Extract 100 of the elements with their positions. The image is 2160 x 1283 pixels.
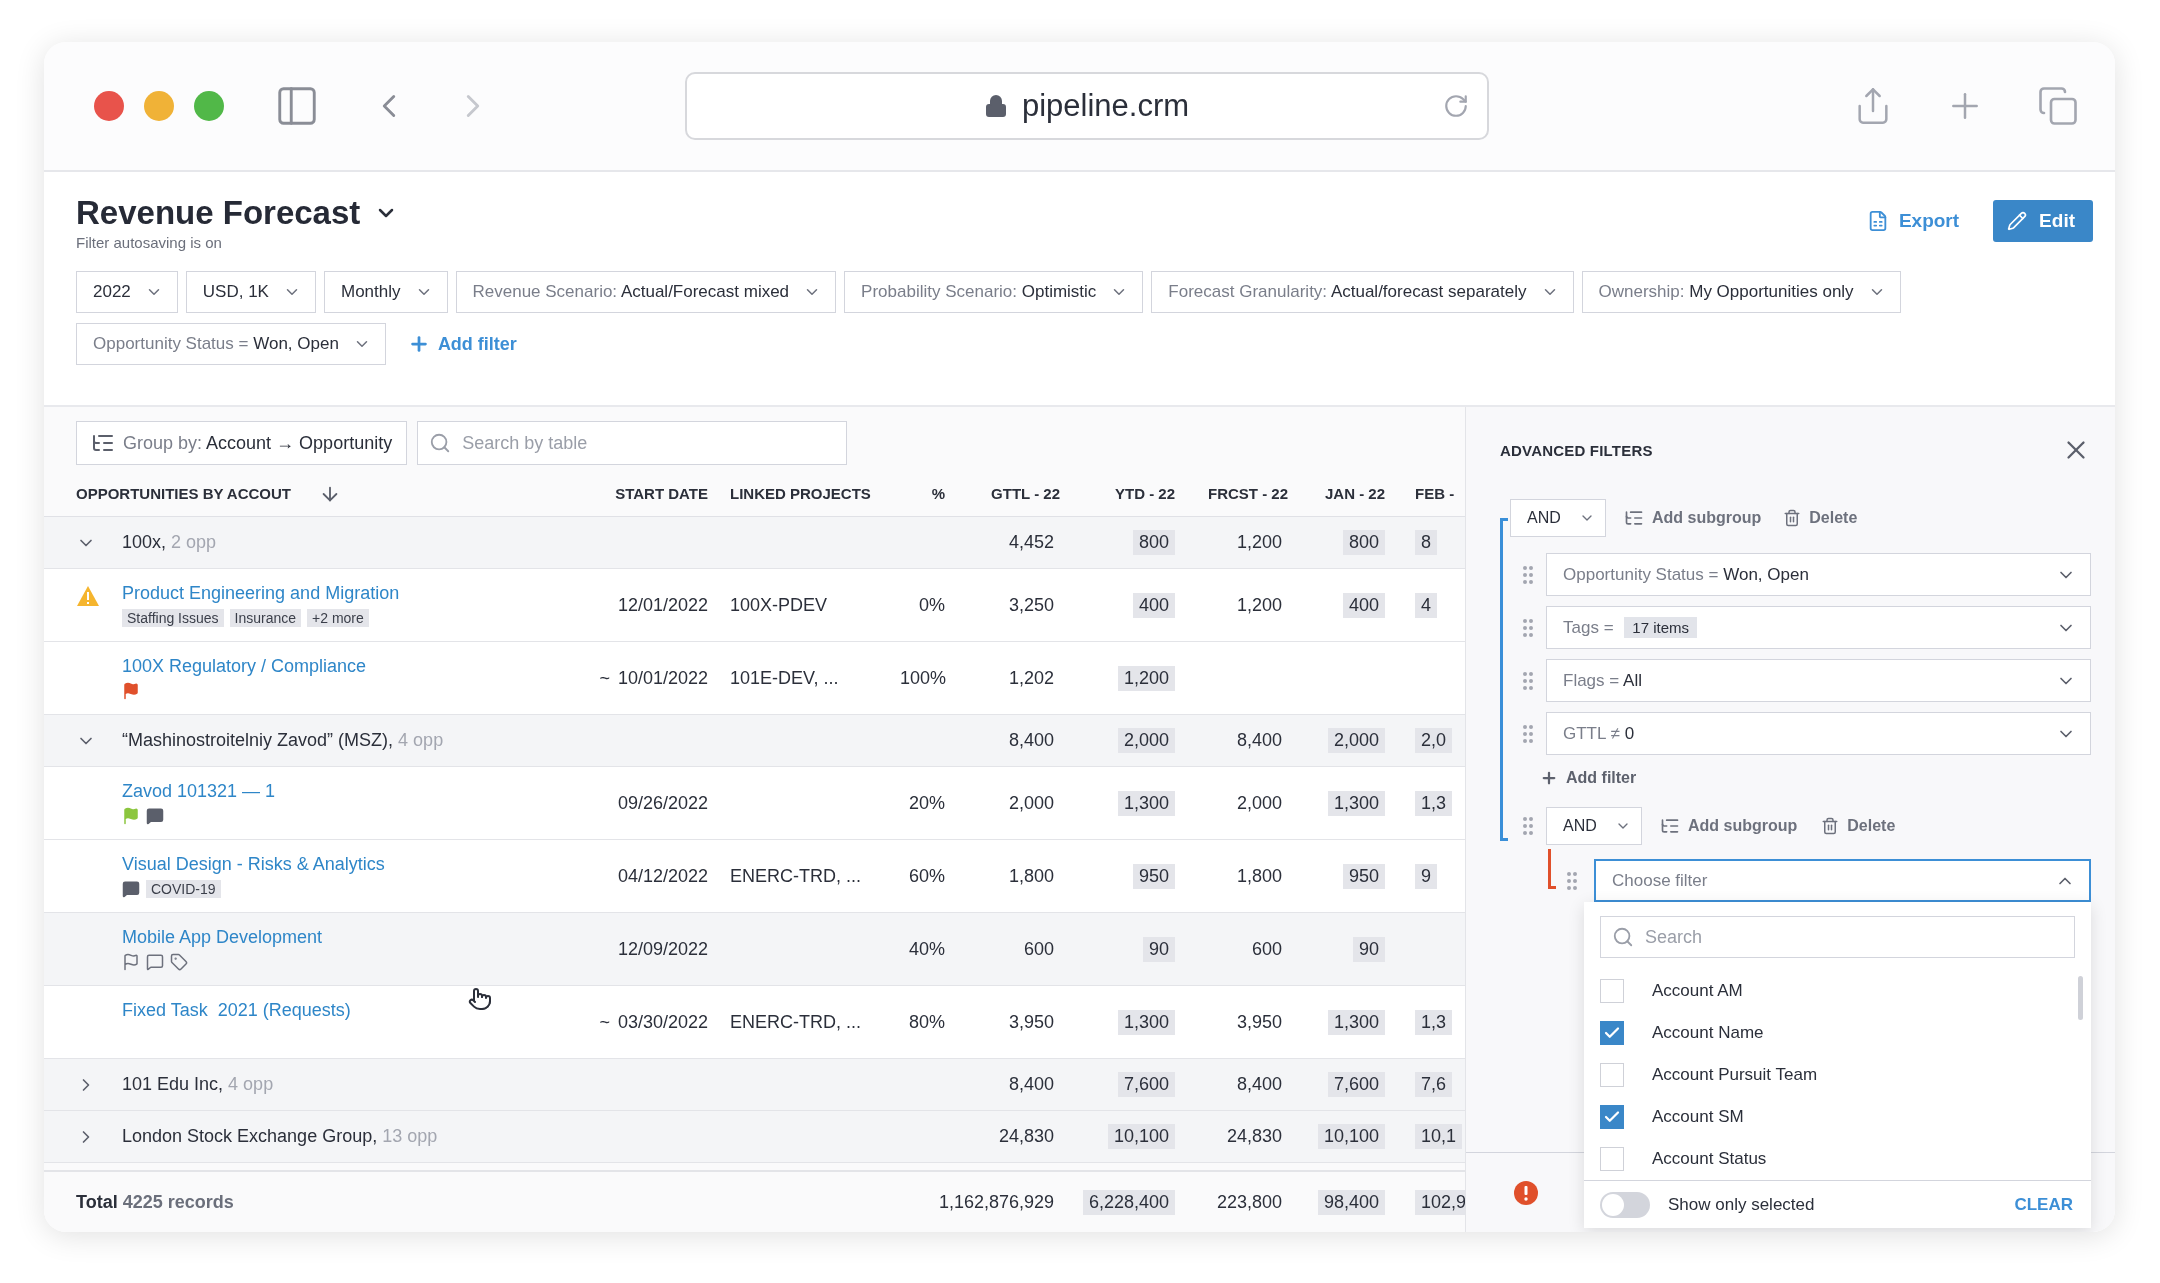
add-filter-button[interactable]: Add filter xyxy=(1536,761,1641,795)
tag-icon[interactable] xyxy=(170,952,188,971)
filter-option[interactable]: Account Pursuit Team xyxy=(1600,1054,2075,1096)
choose-filter-select[interactable]: Choose filter xyxy=(1594,859,2091,902)
value-cell: 1,3 xyxy=(1415,790,1453,816)
add-subgroup-button[interactable]: Add subgroup xyxy=(1656,809,1802,843)
filter-dropdown[interactable]: Opportunity Status = Won, Open xyxy=(76,323,386,365)
value-cell: 10,1 xyxy=(1415,1124,1463,1149)
toggle-switch[interactable] xyxy=(1600,1191,1650,1218)
value-cell: 1,300 xyxy=(1327,1009,1385,1035)
scrollbar-thumb[interactable] xyxy=(2078,976,2083,1020)
flag-icon[interactable] xyxy=(122,806,140,825)
checkbox[interactable] xyxy=(1600,1021,1624,1045)
column-header[interactable]: OPPORTUNITIES BY ACCOUT xyxy=(76,485,292,502)
flag-icon[interactable] xyxy=(122,952,140,971)
value-cell-text: 4,452 xyxy=(1007,531,1055,554)
delete-button[interactable]: Delete xyxy=(1817,809,1900,843)
table-search-field[interactable]: Search by table xyxy=(417,421,848,465)
opportunity-link[interactable]: 100X Regulatory / Compliance xyxy=(122,655,367,677)
column-header[interactable]: START DATE xyxy=(615,485,708,502)
value-cell: 9 xyxy=(1415,863,1437,889)
value-cell-text: 1,800 xyxy=(1235,864,1283,888)
value-cell-text: 3,250 xyxy=(1007,593,1055,617)
linked-projects: ENERC-TRD, ... xyxy=(730,1011,861,1032)
column-header[interactable]: GTTL - 22 xyxy=(991,485,1060,502)
column-header[interactable]: JAN - 22 xyxy=(1324,485,1385,502)
linked-projects: 101E-DEV, ... xyxy=(730,667,839,688)
opportunity-link[interactable]: Product Engineering and Migration xyxy=(122,582,400,604)
filter-option[interactable]: Account AM xyxy=(1600,970,2075,1012)
comment-icon[interactable] xyxy=(146,952,164,971)
filter-dropdown[interactable]: 2022 xyxy=(76,271,178,313)
column-header[interactable]: FEB - xyxy=(1415,485,1455,502)
column-header[interactable]: FRCST - 22 xyxy=(1208,485,1288,502)
checkbox[interactable] xyxy=(1600,1105,1624,1129)
opportunity-link[interactable]: Visual Design - Risks & Analytics xyxy=(122,853,385,875)
value-cell-text: 24,830 xyxy=(997,1125,1055,1148)
lock-icon xyxy=(983,94,1008,118)
filter-dropdown[interactable]: Monthly xyxy=(323,271,448,313)
filter-option[interactable]: Account SM xyxy=(1600,1096,2075,1138)
search-field[interactable]: Search xyxy=(1600,916,2075,958)
edit-button[interactable]: Edit xyxy=(1993,200,2093,242)
opportunity-link[interactable]: Zavod 101321 — 1 xyxy=(122,780,276,802)
maximize-window-button[interactable] xyxy=(194,91,224,121)
opportunity-link[interactable]: Mobile App Development xyxy=(122,926,323,948)
column-header[interactable]: % xyxy=(931,485,945,502)
filter-dropdown[interactable]: Forecast Granularity: Actual/forecast separately xyxy=(1151,271,1574,313)
filter-option[interactable]: Account Name xyxy=(1600,1012,2075,1054)
comment-icon[interactable] xyxy=(122,879,140,898)
reload-icon[interactable] xyxy=(1442,93,1469,119)
start-date: 12/01/2022 xyxy=(617,594,708,616)
value-cell: 1,300 xyxy=(1117,1009,1175,1035)
filter-dropdown[interactable]: Revenue Scenario: Actual/Forecast mixed xyxy=(455,271,837,313)
value-cell: 6,228,400 xyxy=(1082,1189,1175,1215)
filter-dropdown[interactable]: USD, 1K xyxy=(185,271,316,313)
operator-select[interactable]: AND xyxy=(1546,807,1642,845)
comment-icon[interactable] xyxy=(146,806,164,825)
search-icon xyxy=(1612,926,1634,948)
value-cell-text: 3,950 xyxy=(1007,1010,1055,1034)
address-bar[interactable]: pipeline.crm xyxy=(684,72,1489,140)
tag-label: COVID-19 xyxy=(146,879,221,898)
group-by-button[interactable]: Group by: Account → Opportunity xyxy=(76,421,408,465)
error-icon[interactable] xyxy=(1514,1180,1538,1205)
filter-dropdown[interactable]: Probability Scenario: Optimistic xyxy=(844,271,1144,313)
value-cell: 8 xyxy=(1415,530,1437,555)
column-header[interactable]: LINKED PROJECTS xyxy=(730,485,871,502)
value-cell: 800 xyxy=(1342,530,1385,555)
filter-condition-select[interactable]: Flags = All xyxy=(1546,659,2091,702)
value-cell-text: 600 xyxy=(1022,937,1055,961)
start-date: 09/26/2022 xyxy=(617,792,708,814)
tag-label: +2 more xyxy=(307,608,369,627)
value-cell-text: 2,000 xyxy=(1007,791,1055,815)
linked-projects: 100X-PDEV xyxy=(730,594,828,615)
start-date: 04/12/2022 xyxy=(617,865,708,887)
filter-condition-select[interactable]: GTTL ≠ 0 xyxy=(1546,712,2091,755)
filter-dropdown[interactable]: Ownership: My Opportunities only xyxy=(1581,271,1901,313)
percent-cell: 100% xyxy=(900,667,945,689)
trash-icon xyxy=(1821,817,1840,835)
flag-icon[interactable] xyxy=(122,681,140,700)
approx-mark: ~ xyxy=(599,667,610,689)
filter-condition-select[interactable]: Tags = 17 items xyxy=(1546,606,2091,649)
operator-select[interactable]: AND xyxy=(1510,499,1606,537)
add-subgroup-button[interactable]: Add subgroup xyxy=(1620,501,1766,535)
warning-icon xyxy=(76,585,100,607)
filter-condition-select[interactable]: Opportunity Status = Won, Open xyxy=(1546,553,2091,596)
linked-projects: ENERC-TRD, ... xyxy=(730,865,861,886)
value-cell-text: 1,800 xyxy=(1007,864,1055,888)
account-group-name: “Mashinostroitelniy Zavod” (MSZ), 4 opp xyxy=(122,730,445,751)
delete-button[interactable]: Delete xyxy=(1779,501,1862,535)
minimize-window-button[interactable] xyxy=(144,91,174,121)
opportunity-link[interactable]: Fixed Task 2021 (Requests) xyxy=(122,999,351,1021)
value-cell: 1,3 xyxy=(1415,1009,1453,1035)
value-cell-text: 1,200 xyxy=(1235,531,1283,554)
value-cell-text: 8,400 xyxy=(1235,729,1283,752)
tabs-icon[interactable] xyxy=(2037,85,2079,127)
filter-option[interactable]: Account Status xyxy=(1600,1138,2075,1180)
close-window-button[interactable] xyxy=(94,91,124,121)
toggle-label: Show only selected xyxy=(1668,1194,1816,1215)
column-header[interactable]: YTD - 22 xyxy=(1115,485,1175,502)
percent-cell-text: 80% xyxy=(907,1011,945,1033)
start-date: 03/30/2022 xyxy=(617,1011,708,1033)
